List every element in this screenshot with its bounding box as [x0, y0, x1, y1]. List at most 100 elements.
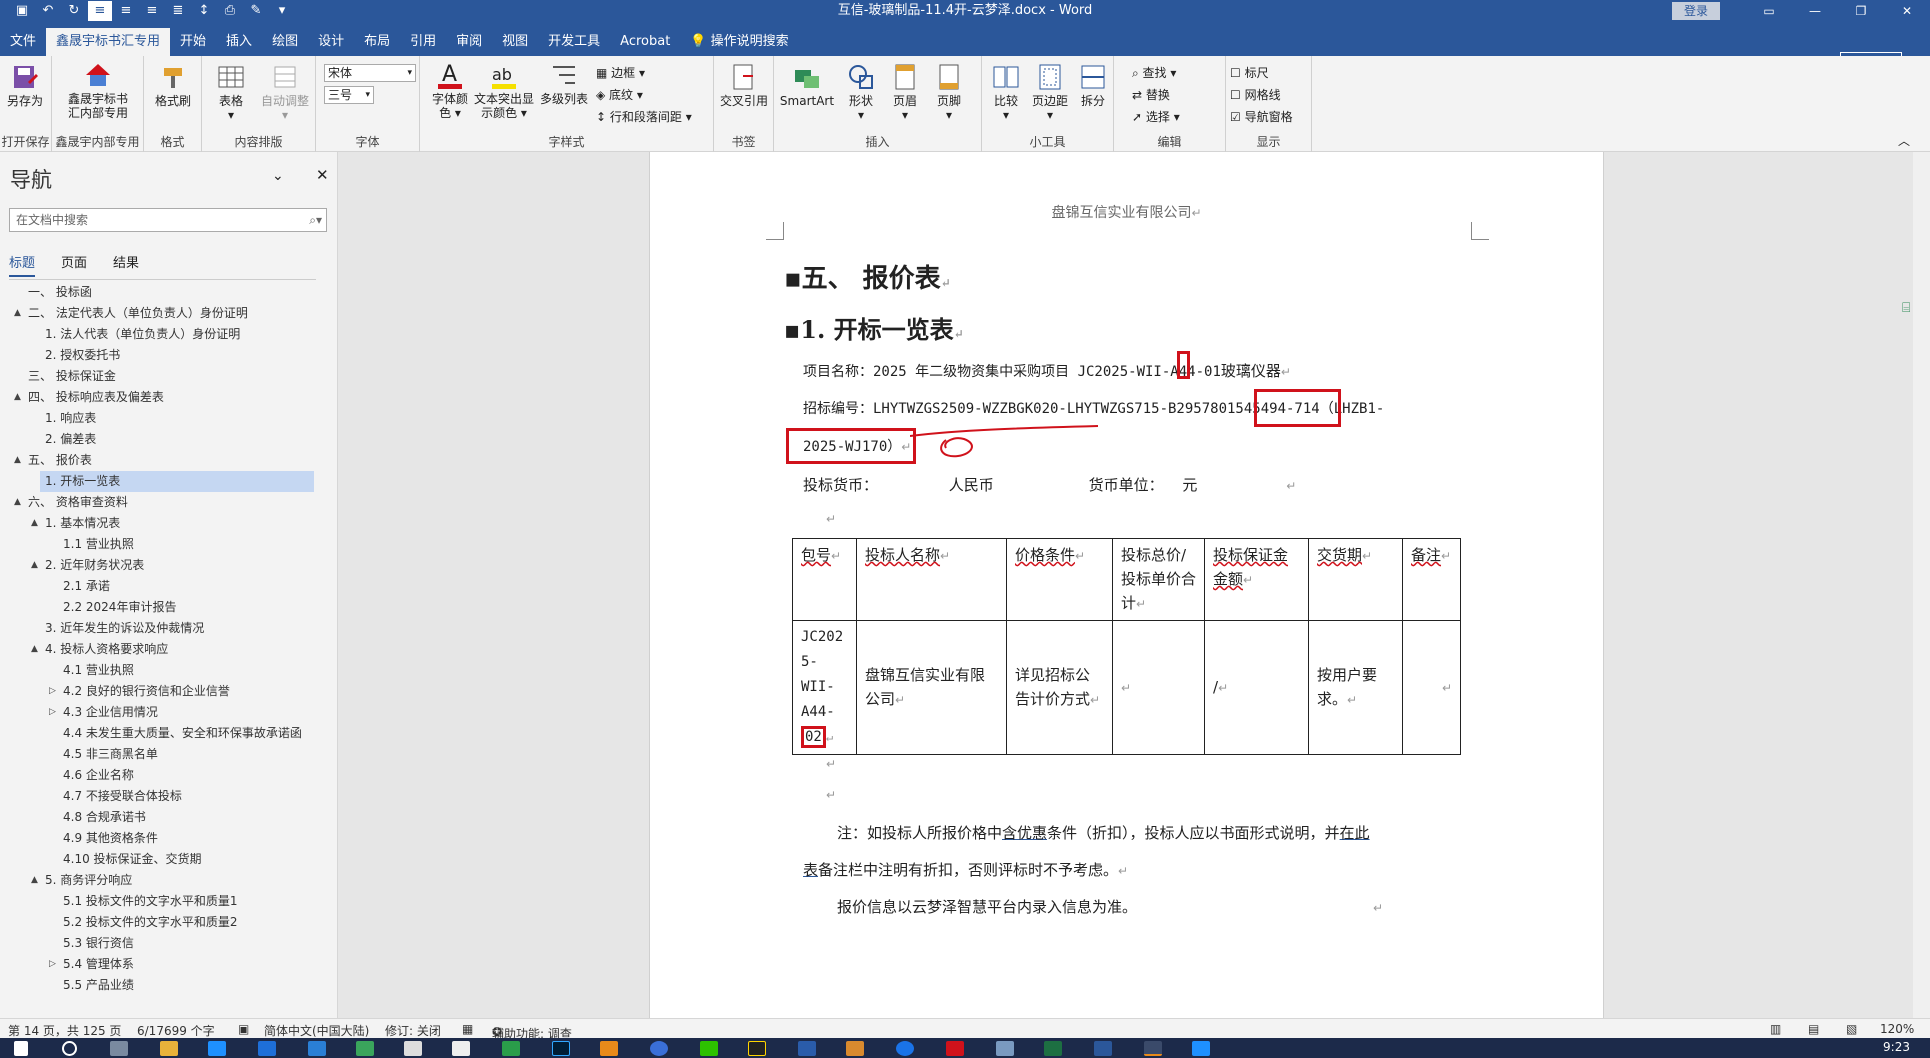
app-icon[interactable]	[502, 1041, 520, 1056]
gridlines-checkbox[interactable]: ☐ 网格线	[1230, 86, 1281, 103]
table-cell-pkg[interactable]: JC202 5- WII- A44- 02 ↵	[792, 620, 857, 755]
font-color-button[interactable]: A 字体颜色 ▾	[428, 60, 472, 120]
collapse-ribbon-icon[interactable]: ︿	[1898, 132, 1910, 149]
line-spacing-button[interactable]: ↕ 行和段落间距 ▾	[596, 108, 692, 125]
nav-heading-item[interactable]: 2.1 承诺	[0, 576, 330, 597]
nav-heading-item[interactable]: 4.6 企业名称	[0, 765, 330, 786]
tab-layout[interactable]: 布局	[354, 22, 400, 56]
chevron-down-icon[interactable]: ⌄	[272, 168, 284, 184]
find-button[interactable]: ⌕ 查找 ▾	[1132, 64, 1176, 81]
table-cell-remark[interactable]: ↵	[1402, 620, 1461, 755]
compare-button[interactable]: 比较 ▾	[986, 62, 1026, 122]
table-header-cell[interactable]: 价格条件↵	[1006, 538, 1113, 621]
undo-icon[interactable]: ↶	[36, 1, 60, 21]
table-cell-bidder[interactable]: 盘锦互信实业有限公司↵	[856, 620, 1007, 755]
save-as-button[interactable]: 另存为	[2, 62, 48, 108]
ribbon-display-icon[interactable]: ▭	[1746, 0, 1792, 22]
language[interactable]: 简体中文(中国大陆)	[264, 1022, 369, 1039]
nav-heading-item[interactable]: ▷ 4.3 企业信用情况	[0, 702, 330, 723]
nav-heading-item[interactable]: ▲ 四、 投标响应表及偏差表	[0, 387, 330, 408]
vertical-scrollbar[interactable]	[1913, 152, 1930, 1018]
nav-heading-item[interactable]: 4.10 投标保证金、交货期	[0, 849, 330, 870]
tab-file[interactable]: 文件	[0, 22, 46, 56]
tab-developer[interactable]: 开发工具	[538, 22, 610, 56]
excel-icon[interactable]	[1044, 1041, 1062, 1056]
nav-heading-item[interactable]: 2.2 2024年审计报告	[0, 597, 330, 618]
nav-heading-item[interactable]: 1. 开标一览表	[40, 471, 314, 492]
nav-heading-item[interactable]: 3. 近年发生的诉讼及仲裁情况	[0, 618, 330, 639]
header-button[interactable]: 页眉 ▾	[884, 62, 926, 122]
expand-arrow-icon[interactable]: ▷	[49, 954, 56, 975]
replace-button[interactable]: ⇄ 替换	[1132, 86, 1170, 103]
word-count[interactable]: 6/17699 个字	[137, 1022, 215, 1039]
calculator-icon[interactable]	[110, 1041, 128, 1056]
shape-button[interactable]: 形状 ▾	[840, 62, 882, 122]
table-cell-price[interactable]: 详见招标公告计价方式↵	[1006, 620, 1113, 755]
nav-heading-item[interactable]: 一、 投标函	[0, 282, 330, 303]
nav-heading-item[interactable]: ▲ 4. 投标人资格要求响应	[0, 639, 330, 660]
multilevel-list-button[interactable]: 多级列表	[536, 60, 592, 106]
restore-icon[interactable]: ❐	[1838, 0, 1884, 22]
tab-acrobat[interactable]: Acrobat	[610, 22, 680, 56]
app-icon[interactable]	[356, 1041, 374, 1056]
nav-heading-item[interactable]: ▲ 五、 报价表	[0, 450, 330, 471]
wechat-icon[interactable]	[700, 1041, 718, 1056]
macro-icon[interactable]: ▦	[462, 1022, 473, 1036]
tab-tell-me[interactable]: 💡 操作说明搜索	[680, 22, 798, 56]
redo-icon[interactable]: ↻	[62, 1, 86, 21]
app-icon[interactable]	[996, 1041, 1014, 1056]
browser-icon[interactable]	[896, 1041, 914, 1056]
page-margin-button[interactable]: 页边距 ▾	[1026, 62, 1074, 122]
track-changes[interactable]: 修订: 关闭	[385, 1022, 441, 1039]
heading-1[interactable]: ▪五、 报价表↵	[784, 258, 951, 295]
nav-heading-item[interactable]: ▷ 5.4 管理体系	[0, 954, 330, 975]
table-cell-deposit[interactable]: /↵	[1204, 620, 1309, 755]
tab-view[interactable]: 视图	[492, 22, 538, 56]
nav-heading-item[interactable]: ▲ 二、 法定代表人（单位负责人）身份证明	[0, 303, 330, 324]
chrome-icon[interactable]	[846, 1041, 864, 1056]
table-cell-delivery[interactable]: 按用户要求。↵	[1308, 620, 1403, 755]
login-button[interactable]: 登录	[1671, 2, 1720, 20]
tab-review[interactable]: 审阅	[446, 22, 492, 56]
smartart-button[interactable]: SmartArt	[778, 62, 836, 108]
nav-heading-item[interactable]: ▲ 5. 商务评分响应	[0, 870, 330, 891]
border-button[interactable]: ▦ 边框 ▾	[596, 64, 645, 81]
nav-heading-item[interactable]: 4.1 营业执照	[0, 660, 330, 681]
nav-tab-headings[interactable]: 标题	[9, 252, 36, 277]
read-mode-icon[interactable]: ▥	[1770, 1022, 1781, 1036]
print-layout-icon[interactable]: ▤	[1808, 1022, 1819, 1036]
table-header-cell[interactable]: 投标保证金金额↵	[1204, 538, 1309, 621]
collapse-arrow-icon[interactable]: ▲	[31, 870, 38, 891]
collapse-arrow-icon[interactable]: ▲	[31, 555, 38, 576]
nav-heading-item[interactable]: ▲ 六、 资格审查资料	[0, 492, 330, 513]
browser-icon[interactable]	[650, 1041, 668, 1056]
nav-heading-item[interactable]: ▲ 1. 基本情况表	[0, 513, 330, 534]
print-preview-icon[interactable]: ⎙	[218, 1, 242, 21]
cross-ref-button[interactable]: 交叉引用	[718, 62, 770, 108]
table-header-cell[interactable]: 交货期↵	[1308, 538, 1403, 621]
xsy-button[interactable]: 鑫晟宇标书 汇内部专用	[56, 60, 140, 120]
nav-heading-item[interactable]: ▷ 4.2 良好的银行资信和企业信誉	[0, 681, 330, 702]
expand-arrow-icon[interactable]: ▷	[49, 681, 56, 702]
app-icon[interactable]	[1144, 1041, 1162, 1056]
close-icon[interactable]: ✕	[1884, 0, 1930, 22]
spell-check-icon[interactable]: ▣	[238, 1022, 249, 1036]
select-button[interactable]: ➚ 选择 ▾	[1132, 108, 1180, 125]
search-icon[interactable]: ⌕▾	[309, 209, 322, 231]
app-icon[interactable]	[798, 1041, 816, 1056]
acrobat-icon[interactable]	[946, 1041, 964, 1056]
app-icon[interactable]	[1192, 1041, 1210, 1056]
save-icon[interactable]: ▣	[10, 1, 34, 21]
auto-adjust-button[interactable]: 自动调整 ▾	[258, 62, 312, 122]
note-line-3[interactable]: 报价信息以云梦泽智慧平台内录入信息为准。 ↵	[837, 896, 1383, 917]
nav-tab-results[interactable]: 结果	[113, 252, 139, 277]
line-spacing-icon[interactable]: ↕	[192, 1, 216, 21]
table-button[interactable]: 表格 ▾	[208, 62, 254, 122]
split-button[interactable]: 拆分	[1074, 62, 1112, 108]
collapse-arrow-icon[interactable]: ▲	[14, 492, 21, 513]
nav-tab-pages[interactable]: 页面	[61, 252, 87, 277]
format-painter-icon[interactable]: ✎	[244, 1, 268, 21]
currency-line[interactable]: 投标货币： 人民币 货币单位： 元 ↵	[803, 474, 1296, 495]
collapse-arrow-icon[interactable]: ▲	[31, 639, 38, 660]
footer-button[interactable]: 页脚 ▾	[928, 62, 970, 122]
